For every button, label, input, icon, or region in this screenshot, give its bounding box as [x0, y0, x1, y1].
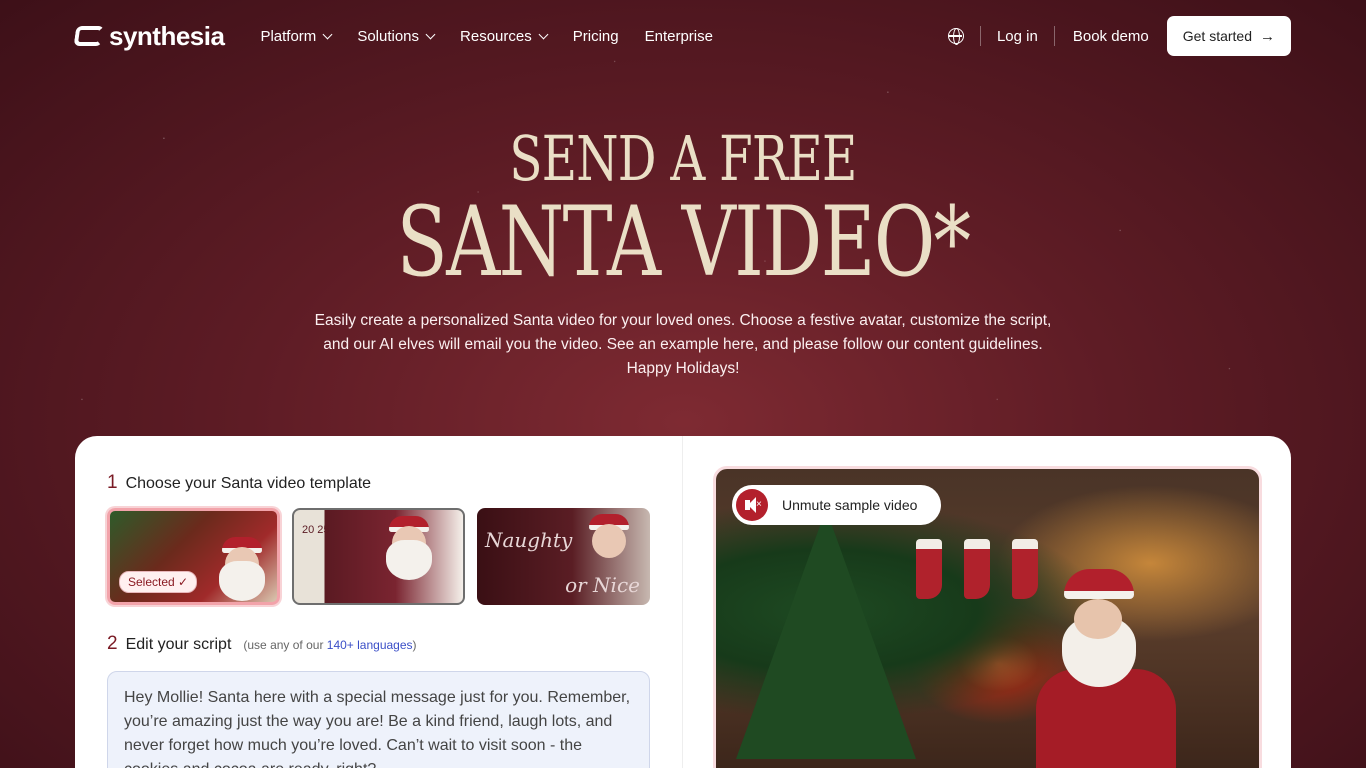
template-option-naughty-or-nice[interactable]: Naughty or Nice — [477, 508, 650, 605]
builder-form: 1 Choose your Santa video template Selec… — [75, 436, 683, 768]
top-navigation: synthesia Platform Solutions Resources P… — [73, 16, 1291, 56]
santa-beard-graphic — [219, 561, 265, 601]
synthesia-logo-icon — [73, 26, 105, 46]
languages-link[interactable]: 140+ languages — [327, 638, 413, 652]
get-started-label: Get started — [1182, 28, 1252, 44]
hint-suffix: ) — [412, 638, 417, 652]
logo-text: synthesia — [109, 20, 225, 51]
step2-heading: 2 Edit your script (use any of our 140+ … — [107, 633, 650, 655]
template-year-label: 20 25 — [302, 524, 330, 536]
nav-link-label: Platform — [260, 27, 317, 45]
unmute-button[interactable]: × Unmute sample video — [732, 485, 942, 525]
language-hint: (use any of our 140+ languages) — [243, 638, 416, 652]
nav-link-label: Enterprise — [644, 27, 713, 45]
script-textarea[interactable]: Hey Mollie! Santa here with a special me… — [107, 671, 650, 768]
speaker-muted-icon: × — [736, 489, 768, 521]
nav-link-solutions[interactable]: Solutions — [357, 27, 436, 45]
hint-prefix: (use any of our — [243, 638, 327, 652]
santa-face-graphic — [592, 524, 626, 558]
get-started-button[interactable]: Get started → — [1166, 16, 1291, 56]
template-option-2025[interactable]: 20 25 — [292, 508, 465, 605]
step1-number: 1 — [107, 472, 118, 493]
chevron-down-icon — [425, 29, 436, 39]
stocking-graphic — [1012, 539, 1038, 599]
synthesia-logo[interactable]: synthesia — [73, 20, 225, 52]
step2-number: 2 — [107, 633, 118, 654]
globe-icon[interactable] — [947, 28, 964, 45]
nav-actions: Log in Book demo Get started → — [947, 16, 1291, 56]
santa-video-builder-card: 1 Choose your Santa video template Selec… — [75, 436, 1291, 768]
santa-avatar-graphic — [1036, 569, 1176, 768]
nav-link-resources[interactable]: Resources — [460, 27, 549, 45]
hero-title-line1: SEND A FREE — [509, 122, 857, 195]
arrow-right-icon: → — [1260, 27, 1275, 45]
nav-link-platform[interactable]: Platform — [260, 27, 333, 45]
sample-video-player[interactable]: × Unmute sample video — [713, 466, 1262, 768]
nav-link-enterprise[interactable]: Enterprise — [645, 28, 713, 45]
selected-badge: Selected ✓ — [119, 571, 198, 593]
santa-beard-graphic — [386, 540, 432, 580]
nav-divider — [979, 26, 981, 46]
nav-divider — [1053, 26, 1055, 46]
nav-link-label: Solutions — [357, 27, 420, 45]
step1-title: Choose your Santa video template — [125, 475, 372, 492]
book-demo-link[interactable]: Book demo — [1073, 28, 1149, 45]
template-naughty-text: Naughty — [485, 528, 573, 552]
nav-link-label: Pricing — [572, 27, 619, 45]
stocking-graphic — [964, 539, 990, 599]
chevron-down-icon — [538, 29, 549, 39]
login-link[interactable]: Log in — [997, 28, 1038, 45]
template-option-classic[interactable]: Selected ✓ — [107, 508, 280, 605]
stocking-graphic — [916, 539, 942, 599]
hero-description: Easily create a personalized Santa video… — [314, 312, 1052, 377]
nav-link-label: Resources — [460, 27, 532, 45]
christmas-tree-graphic — [736, 509, 916, 759]
step1-heading: 1 Choose your Santa video template — [107, 472, 650, 494]
template-picker: Selected ✓ 20 25 Naughty or Nice — [107, 508, 650, 605]
nav-link-pricing[interactable]: Pricing — [573, 28, 619, 45]
step2-title: Edit your script — [125, 636, 232, 653]
chevron-down-icon — [322, 29, 333, 39]
nav-links: Platform Solutions Resources Pricing Ent… — [260, 28, 713, 45]
santa-face — [1074, 599, 1122, 639]
hero-title-line2: SANTA VIDEO* — [396, 186, 971, 298]
template-nice-text: or Nice — [565, 573, 640, 597]
santa-hat — [1064, 569, 1134, 599]
unmute-label: Unmute sample video — [782, 497, 918, 513]
video-preview-panel: × Unmute sample video — [683, 436, 1292, 768]
